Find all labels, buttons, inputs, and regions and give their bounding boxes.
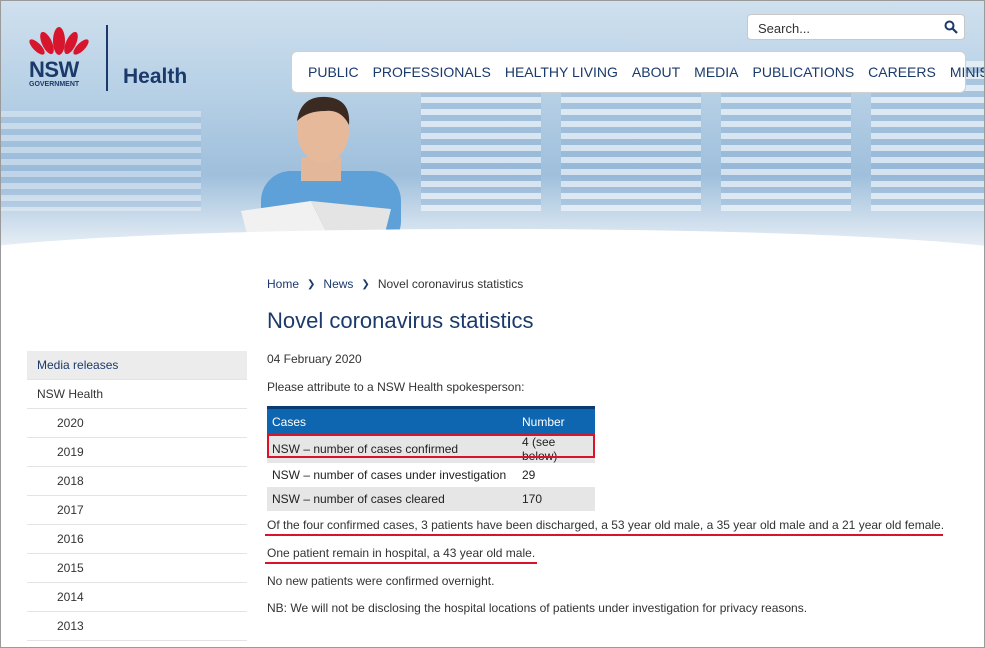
table-row: NSW – number of cases cleared 170 [267,487,595,511]
nav-professionals[interactable]: PROFESSIONALS [373,64,491,80]
nav-media[interactable]: MEDIA [694,64,738,80]
page-title: Novel coronavirus statistics [267,308,534,333]
breadcrumb-home[interactable]: Home [267,277,299,291]
sidebar-item-2015[interactable]: 2015 [27,554,247,583]
browser-frame: NSW GOVERNMENT Health PUBLIC PROFESSIONA… [0,0,985,648]
table-cell: NSW – number of cases under investigatio… [272,468,507,482]
cases-table: Cases Number NSW – number of cases confi… [267,406,595,511]
table-header-number: Number [517,406,595,435]
sidebar-item-nsw-health[interactable]: NSW Health [27,380,247,409]
red-underline [265,562,537,564]
sidebar-item-2020[interactable]: 2020 [27,409,247,438]
logo-health-text: Health [123,65,188,88]
breadcrumb-current: Novel coronavirus statistics [377,277,524,291]
paragraph-in-hospital: One patient remain in hospital, a 43 yea… [267,546,536,560]
sidebar-item-2016[interactable]: 2016 [27,525,247,554]
breadcrumb: Home ❯ News ❯ Novel coronavirus statisti… [267,277,523,291]
highlight-box [267,434,595,458]
search-icon[interactable] [944,20,958,34]
nav-healthy-living[interactable]: HEALTHY LIVING [505,64,618,80]
chevron-right-icon: ❯ [361,278,370,290]
chevron-right-icon: ❯ [307,278,316,290]
breadcrumb-news[interactable]: News [323,277,353,291]
red-underline [265,534,943,536]
table-row: NSW – number of cases under investigatio… [267,463,595,487]
paragraph-no-new: No new patients were confirmed overnight… [267,574,495,588]
nav-careers[interactable]: CAREERS [868,64,936,80]
man-reading-newspaper-image [241,96,401,249]
sidebar-item-2013[interactable]: 2013 [27,612,247,641]
logo-nsw-text: NSW [29,57,79,82]
table-cell: 170 [517,487,595,511]
nav-ministers[interactable]: MINISTERS [950,64,984,80]
sidebar-item-2018[interactable]: 2018 [27,467,247,496]
publish-date: 04 February 2020 [267,352,362,366]
nav-publications[interactable]: PUBLICATIONS [753,64,855,80]
main-navigation: PUBLIC PROFESSIONALS HEALTHY LIVING ABOU… [291,51,984,93]
paragraph-privacy-note: NB: We will not be disclosing the hospit… [267,601,808,615]
sidebar-item-2019[interactable]: 2019 [27,438,247,467]
logo-government-text: GOVERNMENT [29,81,80,88]
logo-divider [106,25,108,91]
paragraph-discharged: Of the four confirmed cases, 3 patients … [267,518,945,532]
sidebar-item-2017[interactable]: 2017 [27,496,247,525]
nav-public[interactable]: PUBLIC [308,64,359,80]
search-input[interactable] [756,18,940,38]
table-cell: 29 [522,468,536,482]
attribution-text: Please attribute to a NSW Health spokesp… [267,380,525,394]
sidebar-item-media-releases[interactable]: Media releases [27,351,247,380]
table-header-cases: Cases [267,406,517,435]
nav-about[interactable]: ABOUT [632,64,680,80]
waratah-icon [29,27,89,55]
sidebar-menu: Media releases NSW Health 2020 2019 2018… [27,351,247,641]
table-header-row: Cases Number [267,406,595,435]
search-box[interactable] [747,14,965,40]
sidebar-item-2014[interactable]: 2014 [27,583,247,612]
nsw-health-logo[interactable]: NSW GOVERNMENT Health [27,19,207,99]
table-cell: NSW – number of cases cleared [267,487,517,511]
